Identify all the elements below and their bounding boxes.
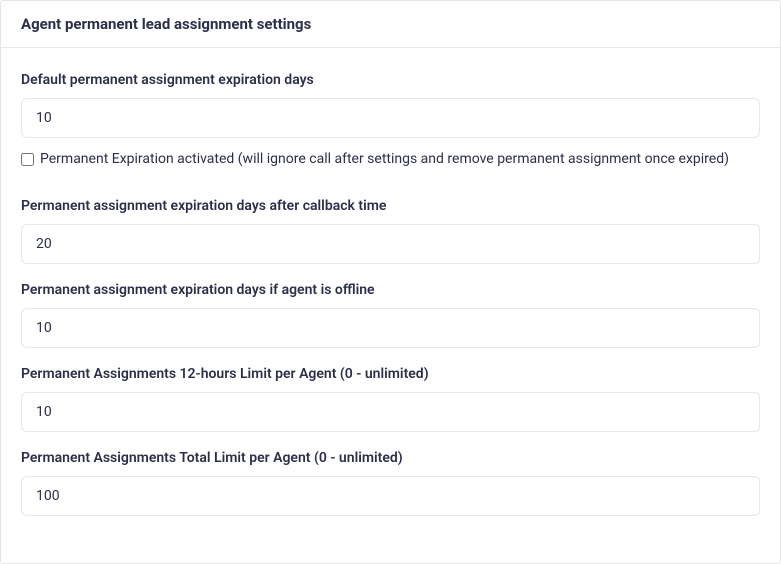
form-group-offline-expiration: Permanent assignment expiration days if … bbox=[21, 282, 760, 348]
default-expiration-label: Default permanent assignment expiration … bbox=[21, 72, 760, 88]
expiration-activated-label: Permanent Expiration activated (will ign… bbox=[40, 150, 729, 168]
total-limit-input[interactable] bbox=[21, 476, 760, 516]
panel-title: Agent permanent lead assignment settings bbox=[21, 15, 760, 33]
expiration-activated-checkbox[interactable] bbox=[21, 153, 34, 166]
12hours-limit-input[interactable] bbox=[21, 392, 760, 432]
offline-expiration-label: Permanent assignment expiration days if … bbox=[21, 282, 760, 298]
settings-panel: Agent permanent lead assignment settings… bbox=[0, 0, 781, 564]
callback-expiration-label: Permanent assignment expiration days aft… bbox=[21, 198, 760, 214]
default-expiration-input[interactable] bbox=[21, 98, 760, 138]
panel-body: Default permanent assignment expiration … bbox=[1, 48, 780, 544]
panel-header: Agent permanent lead assignment settings bbox=[1, 1, 780, 48]
form-group-12hours-limit: Permanent Assignments 12-hours Limit per… bbox=[21, 366, 760, 432]
form-group-total-limit: Permanent Assignments Total Limit per Ag… bbox=[21, 450, 760, 516]
callback-expiration-input[interactable] bbox=[21, 224, 760, 264]
total-limit-label: Permanent Assignments Total Limit per Ag… bbox=[21, 450, 760, 466]
expiration-activated-row: Permanent Expiration activated (will ign… bbox=[21, 150, 760, 168]
12hours-limit-label: Permanent Assignments 12-hours Limit per… bbox=[21, 366, 760, 382]
form-group-callback-expiration: Permanent assignment expiration days aft… bbox=[21, 198, 760, 264]
form-group-default-expiration: Default permanent assignment expiration … bbox=[21, 72, 760, 168]
offline-expiration-input[interactable] bbox=[21, 308, 760, 348]
